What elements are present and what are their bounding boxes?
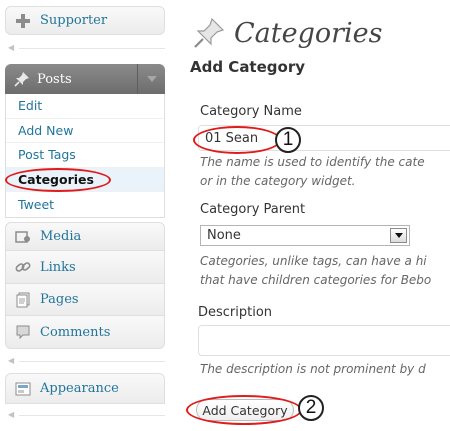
submenu-add-new[interactable]: Add New: [6, 119, 164, 144]
admin-sidebar: Supporter ◀ Posts Edit Add New Post Tags…: [0, 0, 170, 431]
step-badge-1: 1: [275, 127, 301, 153]
pushpin-icon: [13, 70, 31, 88]
chevron-down-icon[interactable]: [390, 228, 407, 243]
category-parent-select[interactable]: None: [200, 225, 410, 246]
collapse-arrow-icon: ◀: [8, 43, 15, 52]
category-parent-label: Category Parent: [200, 202, 306, 217]
posts-submenu: Edit Add New Post Tags Categories Tweet: [5, 94, 165, 218]
category-name-label: Category Name: [200, 104, 302, 119]
menu-links-label: Links: [40, 259, 76, 275]
main-content: Categories Add Category Category Name 01…: [180, 0, 450, 431]
appearance-icon: [14, 380, 32, 398]
category-parent-help: that have children categories for Bebo: [200, 273, 432, 287]
highlight-ring-categories: [5, 168, 111, 192]
plus-icon: [14, 12, 32, 30]
menu-links[interactable]: Links: [5, 251, 165, 284]
page-title: Categories: [192, 16, 383, 50]
description-label: Description: [198, 305, 273, 320]
menu-pages-label: Pages: [40, 292, 79, 307]
menu-separator[interactable]: ◀: [5, 356, 165, 366]
submenu-tweet[interactable]: Tweet: [6, 192, 164, 217]
add-category-heading: Add Category: [190, 58, 305, 76]
chain-link-icon: [14, 258, 32, 276]
menu-supporter-label: Supporter: [40, 13, 108, 28]
menu-toggle-arrow-icon[interactable]: [137, 64, 165, 94]
menu-comments-label: Comments: [40, 324, 111, 340]
pushpin-icon: [194, 17, 225, 48]
menu-separator[interactable]: ◀: [5, 43, 165, 53]
collapse-arrow-icon: ◀: [8, 356, 15, 365]
submenu-post-tags[interactable]: Post Tags: [6, 143, 164, 168]
menu-media-label: Media: [40, 229, 82, 244]
menu-appearance-label: Appearance: [40, 381, 119, 396]
category-parent-help: Categories, unlike tags, can have a hi: [200, 254, 427, 268]
menu-posts-label: Posts: [37, 71, 72, 87]
menu-appearance[interactable]: Appearance: [5, 373, 165, 404]
step-badge-2: 2: [298, 395, 324, 421]
menu-pages[interactable]: Pages: [5, 284, 165, 316]
highlight-ring-name-field: [193, 126, 281, 154]
collapse-arrow-icon: ◀: [8, 410, 15, 419]
pages-icon: [14, 291, 32, 309]
menu-comments[interactable]: Comments: [5, 316, 165, 349]
category-parent-selected: None: [207, 228, 241, 243]
menu-posts[interactable]: Posts: [5, 64, 165, 94]
category-name-help: or in the category widget.: [200, 174, 356, 188]
menu-separator[interactable]: ◀: [5, 410, 165, 420]
description-textarea[interactable]: [198, 325, 450, 356]
menu-supporter[interactable]: Supporter: [5, 6, 165, 35]
menu-media[interactable]: Media: [5, 222, 165, 251]
submenu-edit[interactable]: Edit: [6, 94, 164, 119]
highlight-ring-add-button: [186, 395, 302, 425]
page-title-text: Categories: [234, 17, 383, 49]
category-name-help: The name is used to identify the cate: [200, 155, 425, 169]
media-icon: [14, 228, 32, 246]
description-help: The description is not prominent by d: [200, 362, 426, 376]
speech-bubble-icon: [14, 323, 32, 341]
